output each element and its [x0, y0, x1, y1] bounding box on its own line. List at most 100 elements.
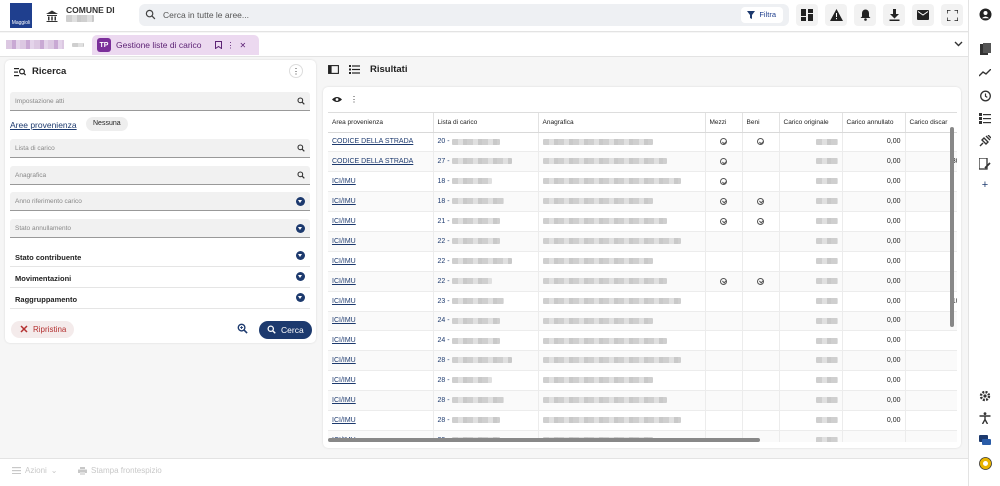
cell-lista-carico[interactable]: 24 - — [433, 330, 539, 352]
aree-provenienza-chip[interactable]: Nessuna — [86, 117, 128, 131]
table-row[interactable]: ICI/IMU23 - 0,00105 — [328, 291, 957, 312]
global-search[interactable]: Cerca in tutte le aree... Filtra — [139, 4, 789, 26]
table-row[interactable]: ICI/IMU28 - 0,000 — [328, 350, 957, 372]
cell-lista-carico[interactable]: 22 - — [433, 251, 539, 272]
section-movimentazioni[interactable]: Movimentazioni — [10, 267, 310, 288]
table-row[interactable]: ICI/IMU22 - 0,005 — [328, 271, 957, 292]
cell-lista-carico[interactable]: 22 - — [433, 271, 539, 292]
tab-gestione-liste[interactable]: TP Gestione liste di carico ⋮ ✕ — [92, 35, 259, 55]
cell-lista-carico[interactable]: 22 - — [433, 231, 539, 252]
table-row[interactable]: ICI/IMU24 - 0,000 — [328, 311, 957, 332]
search-icon[interactable] — [297, 171, 305, 179]
table-row[interactable]: ICI/IMU28 - 0,000 — [328, 370, 957, 392]
mail-button[interactable] — [912, 4, 934, 26]
account-button[interactable] — [978, 7, 992, 21]
cell-area-provenienza[interactable]: CODICE DELLA STRADA — [328, 151, 434, 173]
impostazione-atti-field[interactable]: Impostazione atti — [10, 92, 310, 111]
cell-area-provenienza[interactable]: ICI/IMU — [328, 390, 434, 411]
sidebar-toggle-icon[interactable] — [328, 65, 339, 74]
download-button[interactable] — [883, 4, 905, 26]
table-row[interactable]: ICI/IMU18 - 0,000 — [328, 171, 957, 193]
tab-redacted[interactable] — [6, 39, 86, 49]
search-icon[interactable] — [297, 144, 305, 152]
search-panel-menu[interactable]: ⋮ — [289, 64, 303, 78]
edit-doc-button[interactable] — [978, 157, 992, 171]
cell-area-provenienza[interactable]: ICI/IMU — [328, 191, 434, 213]
anno-riferimento-select[interactable]: Anno riferimento carico — [10, 192, 310, 211]
cell-lista-carico[interactable]: 18 - — [433, 171, 539, 193]
cell-area-provenienza[interactable]: ICI/IMU — [328, 171, 434, 193]
cell-lista-carico[interactable]: 28 - — [433, 410, 539, 431]
search-icon[interactable] — [297, 97, 305, 105]
municipality-icon[interactable] — [44, 8, 60, 24]
column-header[interactable]: Carico annullato — [842, 113, 906, 133]
table-row[interactable]: CODICE DELLA STRADA27 - 0,00306 — [328, 151, 957, 173]
cell-lista-carico[interactable]: 28 - — [433, 390, 539, 411]
table-row[interactable]: ICI/IMU18 - 0,000 — [328, 191, 957, 213]
column-header[interactable]: Mezzi — [705, 113, 743, 133]
cell-lista-carico[interactable]: 21 - — [433, 211, 539, 232]
cell-area-provenienza[interactable]: CODICE DELLA STRADA — [328, 132, 434, 153]
horizontal-scrollbar[interactable] — [328, 438, 760, 442]
table-row[interactable]: ICI/IMU28 - 0,000 — [328, 410, 957, 431]
chevron-down-icon[interactable] — [954, 41, 963, 47]
stampa-frontespizio-button[interactable]: Stampa frontespizio — [78, 466, 162, 475]
cell-lista-carico[interactable]: 28 - — [433, 350, 539, 372]
section-stato-contribuente[interactable]: Stato contribuente — [10, 246, 310, 267]
tab-more-icon[interactable]: ⋮ — [227, 41, 235, 50]
support-button[interactable] — [978, 456, 992, 470]
cell-lista-carico[interactable]: 18 - — [433, 191, 539, 213]
add-icon[interactable]: + — [978, 178, 992, 192]
table-row[interactable]: CODICE DELLA STRADA20 - 0,000 — [328, 132, 957, 153]
azioni-button[interactable]: Azioni ⌄ — [12, 466, 58, 475]
table-row[interactable]: ICI/IMU22 - 0,000 — [328, 251, 957, 272]
cerca-button[interactable]: Cerca — [259, 321, 312, 339]
cell-area-provenienza[interactable]: ICI/IMU — [328, 271, 434, 292]
eye-icon[interactable] — [332, 96, 342, 103]
cell-area-provenienza[interactable]: ICI/IMU — [328, 311, 434, 332]
cell-area-provenienza[interactable]: ICI/IMU — [328, 410, 434, 431]
library-button[interactable] — [978, 42, 992, 56]
search-input[interactable]: Cerca in tutte le aree... — [163, 10, 249, 20]
cell-area-provenienza[interactable]: ICI/IMU — [328, 251, 434, 272]
bookmark-icon[interactable] — [214, 41, 222, 49]
cell-lista-carico[interactable]: 20 - — [433, 132, 539, 153]
chat-button[interactable] — [978, 434, 992, 448]
column-header[interactable]: Beni — [742, 113, 780, 133]
vertical-scrollbar[interactable] — [950, 127, 954, 327]
anagrafica-field[interactable]: Anagrafica — [10, 166, 310, 185]
column-header[interactable]: Area provenienza — [328, 113, 434, 133]
section-raggruppamento[interactable]: Raggruppamento — [10, 288, 310, 309]
cell-area-provenienza[interactable]: ICI/IMU — [328, 350, 434, 372]
cell-area-provenienza[interactable]: ICI/IMU — [328, 370, 434, 392]
dashboard-button[interactable] — [796, 4, 818, 26]
table-row[interactable]: ICI/IMU24 - 0,000 — [328, 330, 957, 352]
cell-area-provenienza[interactable]: ICI/IMU — [328, 330, 434, 352]
ripristina-button[interactable]: Ripristina — [11, 321, 75, 338]
cell-area-provenienza[interactable]: ICI/IMU — [328, 291, 434, 312]
table-row[interactable]: ICI/IMU22 - 0,000 — [328, 231, 957, 252]
column-header[interactable]: Lista di carico — [433, 113, 539, 133]
stato-annullamento-select[interactable]: Stato annullamento — [10, 219, 310, 238]
maggioli-logo[interactable]: Maggioli — [10, 3, 32, 28]
cell-area-provenienza[interactable]: ICI/IMU — [328, 231, 434, 252]
notifications-button[interactable] — [854, 4, 876, 26]
column-header[interactable]: Anagrafica — [538, 113, 706, 133]
cell-lista-carico[interactable]: 23 - — [433, 291, 539, 312]
trend-button[interactable] — [978, 66, 992, 80]
checklist-button[interactable] — [978, 111, 992, 125]
cell-area-provenienza[interactable]: ICI/IMU — [328, 211, 434, 232]
cell-lista-carico[interactable]: 27 - — [433, 151, 539, 173]
cell-lista-carico[interactable]: 24 - — [433, 311, 539, 332]
fullscreen-button[interactable] — [941, 4, 963, 26]
close-icon[interactable]: ✕ — [240, 41, 247, 50]
settings-button[interactable] — [978, 389, 992, 403]
accessibility-button[interactable] — [978, 411, 992, 425]
history-button[interactable] — [978, 89, 992, 103]
grid-more-icon[interactable]: ⋮ — [350, 95, 358, 104]
plugin-button[interactable] — [978, 134, 992, 148]
cell-lista-carico[interactable]: 28 - — [433, 370, 539, 392]
filter-button[interactable]: Filtra — [741, 7, 783, 23]
warning-button[interactable] — [825, 4, 847, 26]
aree-provenienza-link[interactable]: Aree provenienza — [10, 120, 77, 130]
